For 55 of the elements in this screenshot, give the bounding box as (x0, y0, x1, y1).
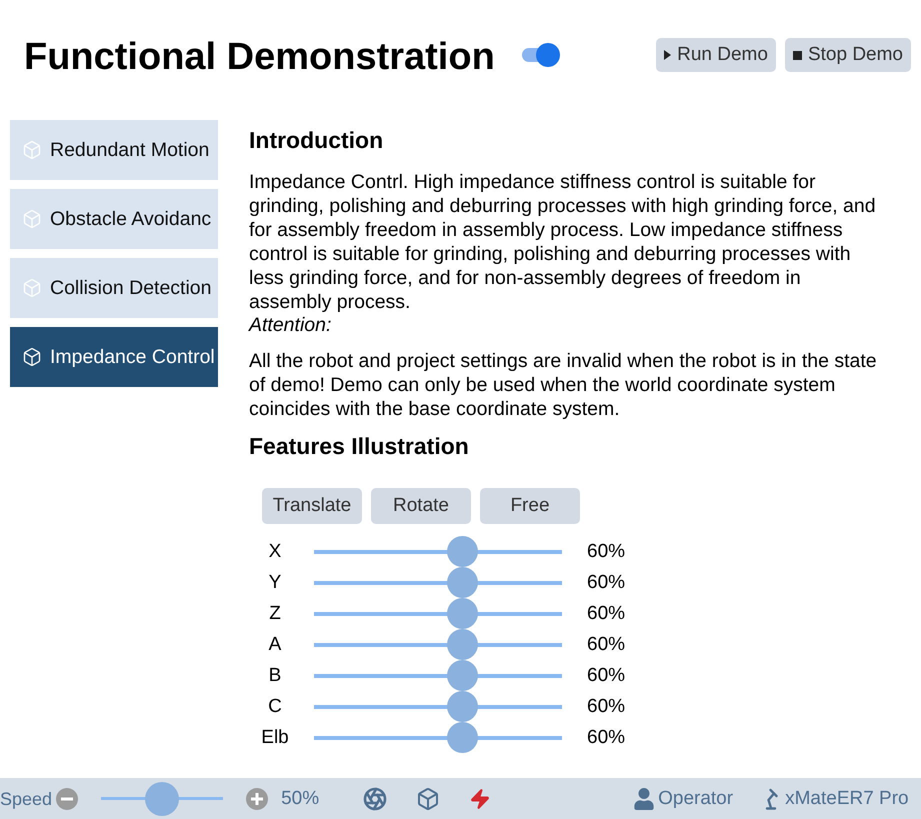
speed-label: Speed (0, 788, 52, 810)
robot-arm-icon (764, 788, 778, 810)
slider-thumb[interactable] (447, 598, 478, 629)
plus-icon[interactable] (246, 788, 268, 810)
section-heading: Features Illustration (249, 432, 470, 460)
attention-label: Attention: (249, 313, 332, 337)
user-button[interactable]: Operator (633, 788, 734, 810)
axis-label: B (268, 664, 282, 688)
axis-value: 60% (587, 540, 626, 564)
aperture-icon[interactable] (363, 786, 388, 810)
stop-demo-button[interactable]: Stop Demo (784, 38, 911, 72)
axis-label: X (268, 540, 282, 564)
axis-label: Elb (260, 726, 290, 750)
minus-icon[interactable] (56, 788, 78, 810)
slider-thumb[interactable] (447, 691, 478, 722)
sidebar-item[interactable]: Impedance Control (10, 327, 218, 387)
slider-thumb[interactable] (447, 567, 478, 598)
mode-button[interactable]: Translate (262, 488, 362, 524)
slider-thumb[interactable] (447, 722, 478, 753)
slider-thumb[interactable] (447, 629, 478, 660)
sidebar-item[interactable]: Obstacle Avoidanc (10, 189, 218, 249)
axis-value: 60% (587, 602, 626, 626)
axis-label: A (268, 632, 282, 656)
mode-button[interactable]: Free (480, 488, 580, 524)
page-title: Functional Demonstration (24, 35, 495, 79)
cube-icon (22, 209, 42, 229)
axis-label: Z (268, 602, 282, 626)
axis-value: 60% (587, 726, 626, 750)
slider-thumb[interactable] (447, 536, 478, 567)
lightning-icon[interactable] (469, 788, 492, 810)
robot-model-button[interactable]: xMateER7 Pro (764, 788, 909, 810)
mode-button[interactable]: Rotate (371, 488, 471, 524)
toggle-switch[interactable] (522, 43, 560, 67)
sidebar-item[interactable]: Collision Detection (10, 258, 218, 318)
run-demo-button[interactable]: Run Demo (656, 38, 776, 72)
cube-icon (22, 347, 42, 367)
speed-value: 50% (281, 786, 320, 810)
axis-value: 60% (587, 632, 626, 656)
axis-value: 60% (587, 570, 626, 594)
section-heading: Introduction (249, 126, 384, 154)
cube-icon (22, 140, 42, 160)
cube-icon[interactable] (416, 786, 440, 810)
axis-label: C (267, 694, 283, 718)
stop-icon (792, 50, 802, 60)
cube-icon (22, 278, 42, 298)
axis-value: 60% (587, 694, 626, 718)
axis-value: 60% (587, 664, 626, 688)
slider-thumb[interactable] (447, 660, 478, 691)
attention-paragraph: All the robot and project settings are invalid when the robot is in the state of demo! Demo can only be used when the world coordinate system coincides with the base coordinate system. (249, 349, 878, 421)
axis-label: Y (268, 570, 282, 594)
person-icon (633, 788, 656, 810)
play-icon (664, 50, 672, 60)
sidebar-item[interactable]: Redundant Motion (10, 120, 218, 180)
slider-thumb[interactable] (145, 782, 180, 816)
intro-paragraph: Impedance Contrl. High impedance stiffness control is suitable for grinding, polishing and deburring processes with high grinding force, and for assembly freedom in assembly process. Low impedance stiffness control is suitable for grinding, polishing and deburring processes with less grinding force, and for non-assembly degrees of freedom in assembly process. (249, 170, 877, 314)
